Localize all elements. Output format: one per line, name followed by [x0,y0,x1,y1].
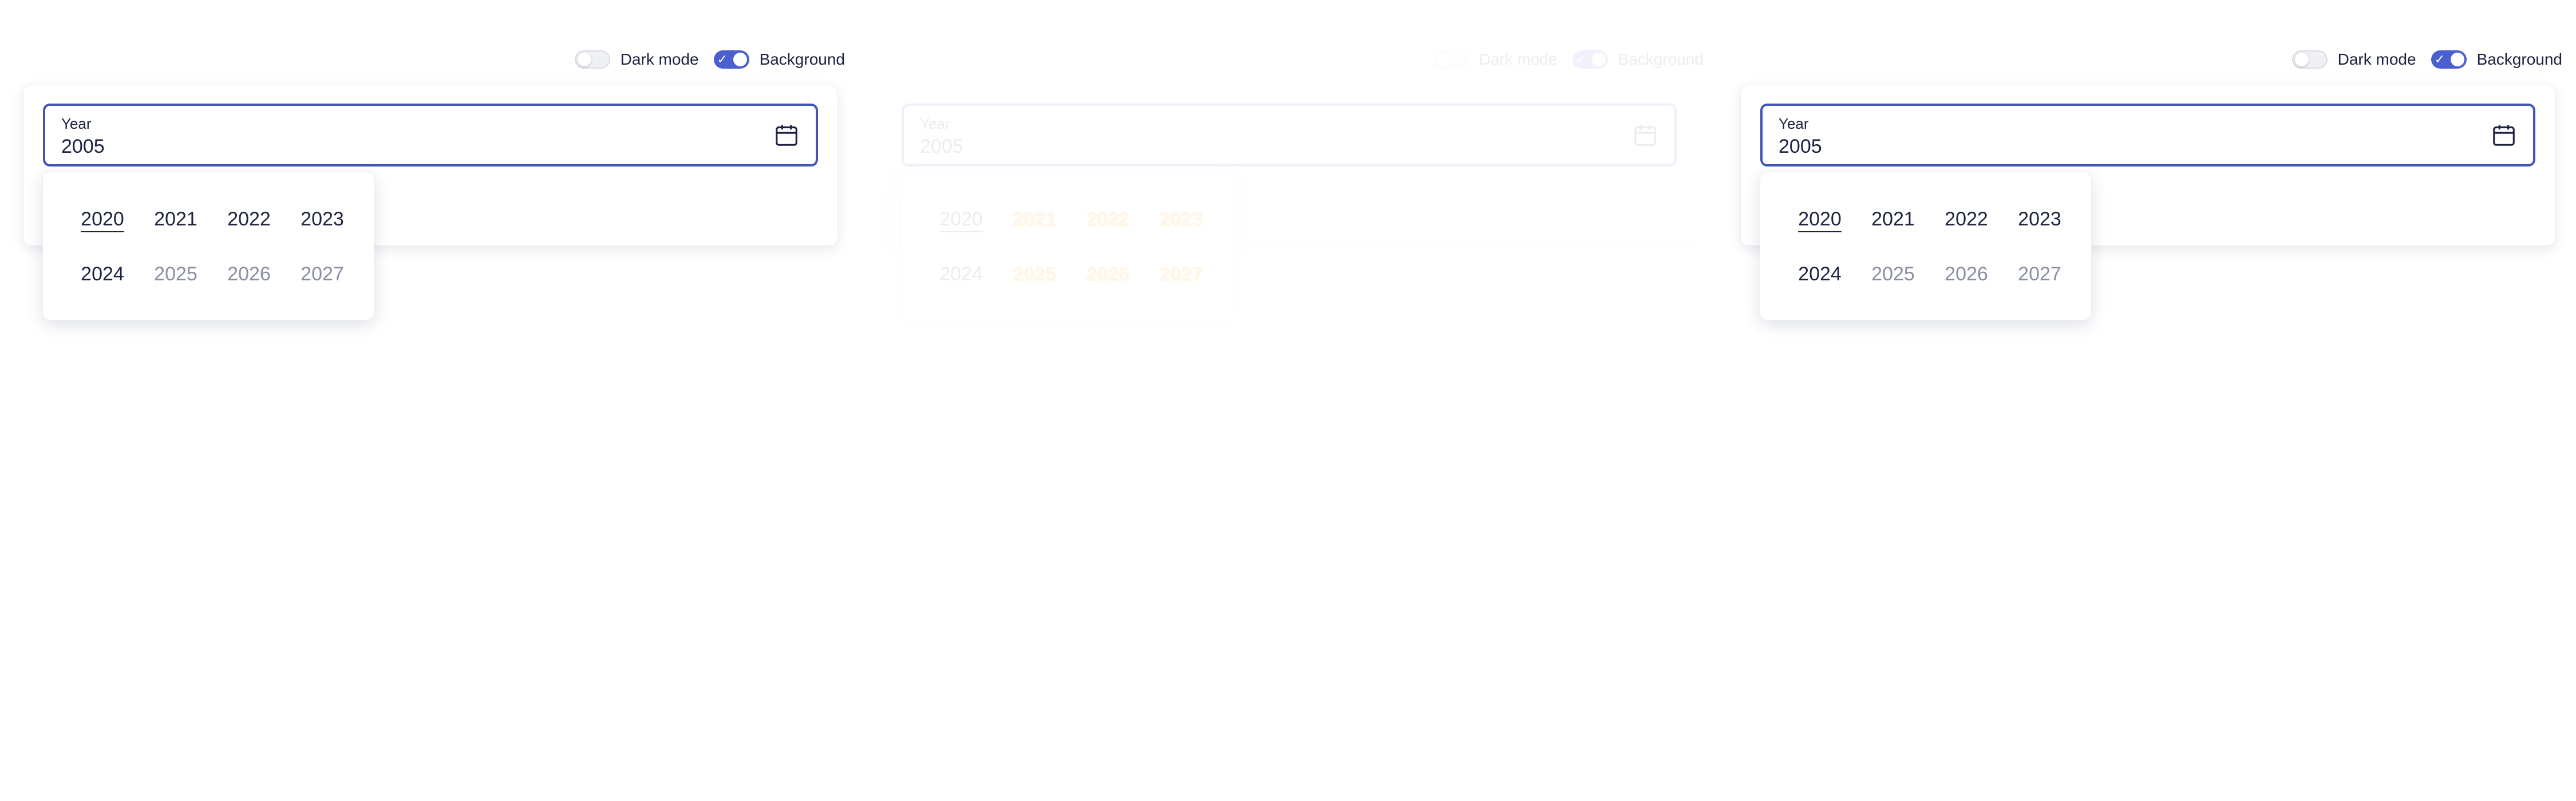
year-grid: 2020 2021 2022 2023 2024 2025 2026 2027 [924,192,1218,302]
year-picker-popup: 2020 2021 2022 2023 2024 2025 2026 2027 [1760,172,2092,320]
year-field-label: Year [920,115,950,132]
check-icon: ✓ [717,52,728,66]
background-label: Background [2476,50,2562,68]
year-picker-popup: 2020 2021 2022 2023 2024 2025 2026 2027 [901,172,1233,320]
year-option[interactable]: 2022 [1071,192,1144,247]
switch-knob [733,53,747,66]
year-option[interactable]: 2021 [139,192,212,247]
year-grid: 2020 2021 2022 2023 2024 2025 2026 2027 [66,192,359,302]
year-option[interactable]: 2023 [1144,192,1218,247]
year-option[interactable]: 2021 [1856,192,1930,247]
background-label: Background [759,50,845,68]
toggle-bar: Dark mode ✓ Background [574,46,845,73]
panel-right: Dark mode ✓ Background Year 2005 2020 20… [1717,0,2576,801]
background-label: Background [1618,50,1704,68]
dark-mode-label: Dark mode [2337,50,2416,68]
dark-mode-switch[interactable] [574,50,610,69]
year-option[interactable]: 2027 [1144,247,1218,302]
year-option[interactable]: 2020 [924,192,998,247]
year-option[interactable]: 2026 [212,247,286,302]
year-option[interactable]: 2021 [998,192,1071,247]
year-option[interactable]: 2024 [66,247,139,302]
year-field[interactable]: Year 2005 [43,104,818,166]
year-option[interactable]: 2020 [1783,192,1856,247]
year-option[interactable]: 2023 [286,192,359,247]
year-field-value[interactable]: 2005 [61,136,105,158]
year-option[interactable]: 2024 [1783,247,1856,302]
dark-mode-switch[interactable] [2291,50,2328,69]
dark-mode-toggle[interactable]: Dark mode [574,50,699,69]
year-picker-popup: 2020 2021 2022 2023 2024 2025 2026 2027 [42,172,374,320]
check-icon: ✓ [1575,52,1586,66]
dark-mode-toggle[interactable]: Dark mode [2291,50,2416,69]
calendar-icon[interactable] [773,122,800,148]
check-icon: ✓ [2434,52,2445,66]
switch-knob [577,53,591,66]
year-field-label: Year [61,115,92,132]
background-switch[interactable]: ✓ [2431,50,2467,69]
switch-knob [2450,53,2464,66]
panel-middle: Dark mode ✓ Background Year 2005 2020 20… [859,0,1717,801]
calendar-icon[interactable] [2491,122,2517,148]
dark-mode-toggle[interactable]: Dark mode [1433,50,1558,69]
dark-mode-label: Dark mode [1479,50,1558,68]
year-option[interactable]: 2024 [924,247,998,302]
background-toggle[interactable]: ✓ Background [713,50,845,69]
background-toggle[interactable]: ✓ Background [2431,50,2562,69]
year-field[interactable]: Year 2005 [1760,104,2535,166]
year-option[interactable]: 2023 [2003,192,2076,247]
year-option[interactable]: 2020 [66,192,139,247]
toggle-bar: Dark mode ✓ Background [1433,46,1704,73]
year-grid: 2020 2021 2022 2023 2024 2025 2026 2027 [1783,192,2076,302]
year-field-value[interactable]: 2005 [920,136,963,158]
year-option[interactable]: 2022 [1930,192,2003,247]
year-field-value[interactable]: 2005 [1779,136,1822,158]
calendar-icon[interactable] [1632,122,1658,148]
toggle-bar: Dark mode ✓ Background [2291,46,2562,73]
panel-left: Dark mode ✓ Background Year 2005 2020 20… [0,0,859,801]
year-field-label: Year [1779,115,1809,132]
background-switch[interactable]: ✓ [1572,50,1608,69]
year-option[interactable]: 2025 [139,247,212,302]
year-option[interactable]: 2025 [998,247,1071,302]
year-option[interactable]: 2022 [212,192,286,247]
year-option[interactable]: 2026 [1071,247,1144,302]
year-option[interactable]: 2027 [2003,247,2076,302]
year-field[interactable]: Year 2005 [902,104,1677,166]
background-toggle[interactable]: ✓ Background [1572,50,1704,69]
switch-knob [1436,53,1450,66]
switch-knob [1591,53,1606,66]
background-switch[interactable]: ✓ [713,50,749,69]
year-option[interactable]: 2027 [286,247,359,302]
dark-mode-label: Dark mode [620,50,699,68]
switch-knob [2294,53,2309,66]
year-option[interactable]: 2025 [1856,247,1930,302]
year-option[interactable]: 2026 [1930,247,2003,302]
dark-mode-switch[interactable] [1433,50,1469,69]
